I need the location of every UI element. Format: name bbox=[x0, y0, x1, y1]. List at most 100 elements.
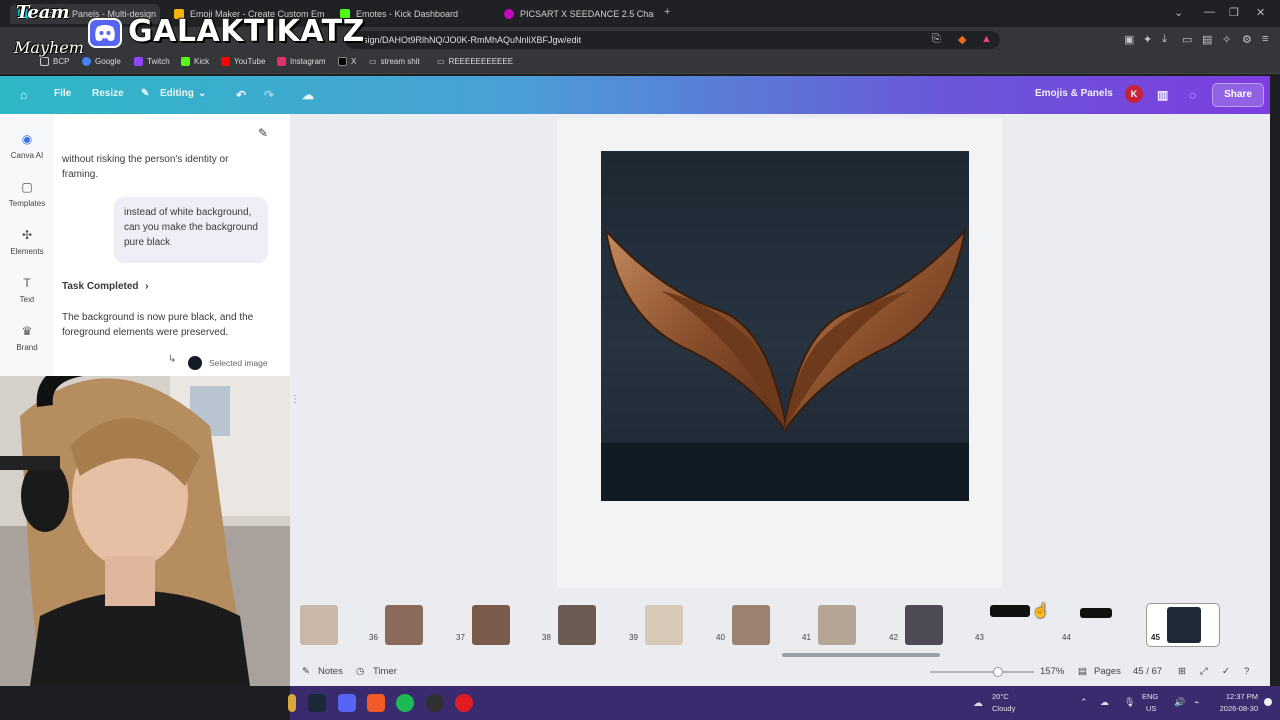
file-menu[interactable]: File bbox=[54, 88, 71, 99]
share-page-icon[interactable]: ⎘ bbox=[932, 33, 941, 46]
design-canvas-image[interactable] bbox=[601, 151, 969, 501]
timer-button[interactable]: Timer bbox=[373, 666, 397, 677]
vpn-icon[interactable]: ⚙ bbox=[1242, 33, 1252, 46]
file-explorer-icon[interactable] bbox=[288, 694, 296, 712]
steam-icon[interactable] bbox=[308, 694, 326, 712]
cloud-save-icon[interactable]: ☁ bbox=[302, 88, 314, 102]
current-page-thumbnail[interactable]: 45 bbox=[1146, 603, 1220, 647]
clock-date: 2026-08-30 bbox=[1219, 704, 1258, 713]
page-thumbnail[interactable] bbox=[472, 605, 510, 645]
downloads-icon[interactable]: ⤓ bbox=[1162, 33, 1167, 46]
task-completed-toggle[interactable]: Task Completed › bbox=[62, 279, 149, 294]
page-number: 43 bbox=[975, 633, 984, 642]
design-title[interactable]: Emojis & Panels bbox=[1035, 88, 1113, 99]
windows-taskbar: ☁ 20°C Cloudy ⌃ ☁ 🎙 ENG US 🔊 ⌁ 12:37 PM … bbox=[288, 686, 1280, 720]
notes-button[interactable]: Notes bbox=[318, 666, 343, 677]
zoom-slider-handle[interactable] bbox=[993, 667, 1003, 677]
bookmark-folder-stream[interactable]: ▭ stream shit bbox=[369, 57, 420, 66]
avatar[interactable]: K bbox=[1125, 85, 1143, 103]
network-icon[interactable]: ⌁ bbox=[1194, 697, 1199, 708]
previous-ai-message: without risking the person's identity or… bbox=[62, 154, 229, 180]
share-button[interactable]: Share bbox=[1212, 83, 1264, 107]
pages-button[interactable]: Pages bbox=[1094, 666, 1121, 677]
language-code[interactable]: ENG bbox=[1142, 692, 1158, 701]
discord-glyph bbox=[95, 25, 115, 41]
sidebar-item-templates[interactable]: ▢ Templates bbox=[0, 180, 54, 208]
page-thumbnail[interactable] bbox=[385, 605, 423, 645]
onedrive-icon[interactable]: ☁ bbox=[1100, 697, 1109, 708]
canva-header: ⌂ File Resize ✎ Editing ⌄ ↶ ↷ ☁ Emojis &… bbox=[0, 76, 1270, 114]
redo-icon[interactable]: ↷ bbox=[264, 88, 274, 102]
page-thumbnail[interactable] bbox=[818, 605, 856, 645]
discord-logo-icon bbox=[88, 18, 122, 48]
grid-view-icon[interactable]: ⊞ bbox=[1178, 666, 1186, 677]
wallet-icon[interactable]: ▤ bbox=[1202, 33, 1212, 46]
analytics-icon[interactable]: ▥ bbox=[1157, 88, 1168, 102]
sidebar-toggle-icon[interactable]: ▭ bbox=[1182, 33, 1192, 46]
brave-rewards-icon[interactable]: ▲ bbox=[981, 33, 992, 45]
templates-icon: ▢ bbox=[21, 180, 33, 194]
timer-icon: ◷ bbox=[356, 666, 365, 677]
sidebar-item-canva-ai[interactable]: ◉ Canva AI bbox=[0, 132, 54, 160]
fullscreen-icon[interactable]: ⤢ bbox=[1200, 666, 1208, 677]
close-window-icon[interactable]: ✕ bbox=[1256, 6, 1265, 19]
tab-search-icon[interactable]: ⌄ bbox=[1174, 6, 1183, 19]
undo-icon[interactable]: ↶ bbox=[236, 88, 246, 102]
page-thumbnail[interactable] bbox=[1080, 608, 1112, 618]
page-thumbnail[interactable] bbox=[300, 605, 338, 645]
comment-icon[interactable]: ◌ bbox=[1189, 88, 1196, 102]
notification-icon[interactable] bbox=[1264, 698, 1272, 706]
puzzle-extensions-icon[interactable]: ✦ bbox=[1143, 33, 1152, 46]
maximize-icon[interactable]: ❐ bbox=[1229, 6, 1239, 19]
filmstrip-scrollbar[interactable] bbox=[782, 653, 940, 657]
leo-ai-icon[interactable]: ✧ bbox=[1222, 33, 1231, 46]
check-icon[interactable]: ✓ bbox=[1222, 666, 1230, 677]
volume-icon[interactable]: 🔊 bbox=[1174, 697, 1185, 708]
page-number: 39 bbox=[629, 633, 638, 642]
ai-response-message: The background is now pure black, and th… bbox=[62, 312, 254, 338]
tab-label: Emotes - Kick Dashboard bbox=[356, 9, 459, 19]
minimize-icon[interactable]: — bbox=[1204, 6, 1215, 18]
zoom-level[interactable]: 157% bbox=[1040, 666, 1064, 677]
obs-icon[interactable] bbox=[426, 694, 444, 712]
record-app-icon[interactable] bbox=[455, 694, 473, 712]
elements-icon: ✣ bbox=[21, 228, 33, 242]
help-icon[interactable]: ? bbox=[1244, 666, 1249, 677]
new-tab-icon[interactable]: + bbox=[664, 6, 670, 18]
page-thumbnail[interactable] bbox=[645, 605, 683, 645]
page-number: 40 bbox=[716, 633, 725, 642]
tab-picsart[interactable]: PICSART X SEEDANCE 2.5 Challenge bbox=[504, 4, 654, 24]
weather-temp: 20°C bbox=[992, 692, 1009, 701]
resize-button[interactable]: Resize bbox=[92, 88, 124, 99]
brave-shield-icon[interactable]: ◆ bbox=[958, 33, 966, 46]
page-thumbnail[interactable] bbox=[990, 605, 1030, 617]
clock-time[interactable]: 12:37 PM bbox=[1220, 692, 1258, 701]
url-input[interactable]: design/DAHOt9RlhNQ/JO0K-RmMhAQuNnliXBFJg… bbox=[345, 31, 1000, 49]
bookmark-folder-reee[interactable]: ▭ REEEEEEEEEEE bbox=[437, 57, 513, 66]
folder-icon: ▭ bbox=[437, 57, 445, 66]
home-icon[interactable]: ⌂ bbox=[20, 88, 27, 102]
brave-browser-icon[interactable] bbox=[367, 694, 385, 712]
new-chat-icon[interactable]: ✎ bbox=[258, 126, 268, 140]
page-thumbnail[interactable] bbox=[905, 605, 943, 645]
sidebar-item-brand[interactable]: ♛ Brand bbox=[0, 324, 54, 352]
page-counter: 45 / 67 bbox=[1133, 666, 1163, 677]
panel-collapse-handle[interactable]: ⋮ bbox=[290, 394, 300, 405]
sidebar-item-text[interactable]: T Text bbox=[0, 276, 54, 304]
zoom-slider[interactable] bbox=[930, 671, 1034, 673]
channel-name: GALAKTIKATZ bbox=[127, 13, 365, 50]
sidebar-item-elements[interactable]: ✣ Elements bbox=[0, 228, 54, 256]
extension-icon[interactable]: ▣ bbox=[1124, 33, 1134, 46]
menu-icon[interactable]: ≡ bbox=[1262, 33, 1268, 45]
editing-mode-dropdown[interactable]: Editing bbox=[160, 88, 194, 99]
spotify-icon[interactable] bbox=[396, 694, 414, 712]
tray-overflow-icon[interactable]: ⌃ bbox=[1080, 697, 1088, 708]
discord-icon[interactable] bbox=[338, 694, 356, 712]
page-thumbnail[interactable] bbox=[558, 605, 596, 645]
page-number: 36 bbox=[369, 633, 378, 642]
reply-arrow-icon: ↳ bbox=[168, 354, 177, 365]
page-thumbnail-image bbox=[1167, 607, 1201, 643]
page-number: 41 bbox=[802, 633, 811, 642]
microphone-icon[interactable]: 🎙 bbox=[1124, 697, 1135, 708]
page-thumbnail[interactable] bbox=[732, 605, 770, 645]
